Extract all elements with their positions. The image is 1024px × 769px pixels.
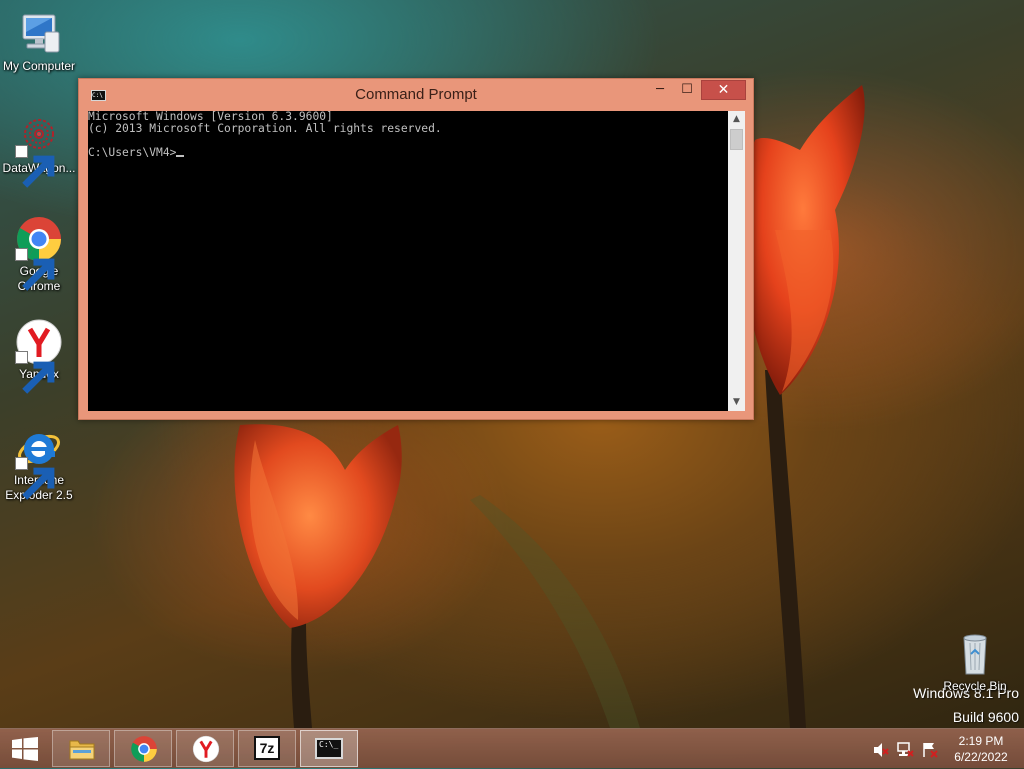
- desktop-icon-label: Recycle Bin: [943, 679, 1007, 693]
- desktop-icon-google-chrome[interactable]: Google Chrome: [0, 215, 79, 294]
- network-icon[interactable]: [897, 741, 915, 759]
- desktop-icon-yandex[interactable]: Yandex: [0, 318, 79, 394]
- cmd-icon: C:\_: [315, 738, 343, 759]
- system-clock[interactable]: 2:19 PM 6/22/2022: [945, 733, 1017, 765]
- desktop-icon-datawagon[interactable]: DataWagon...: [0, 112, 79, 188]
- volume-muted-icon[interactable]: [872, 741, 890, 759]
- window-titlebar[interactable]: C:\ Command Prompt ─ ☐ ✕: [79, 79, 753, 109]
- chrome-icon: [131, 736, 157, 762]
- yandex-icon: [192, 735, 220, 763]
- shortcut-arrow-icon: [15, 351, 55, 394]
- chrome-icon: [15, 215, 63, 291]
- command-prompt-window[interactable]: C:\ Command Prompt ─ ☐ ✕ Microsoft Windo…: [78, 78, 754, 420]
- close-button[interactable]: ✕: [701, 80, 746, 100]
- 7zip-label: 7z: [259, 740, 275, 756]
- clock-time: 2:19 PM: [958, 734, 1004, 748]
- taskbar: 7z C:\_ 2:19 PM 6/22/2022: [0, 728, 1024, 768]
- action-center-icon[interactable]: [921, 741, 939, 759]
- maximize-button[interactable]: ☐: [674, 80, 700, 100]
- console-prompt: C:\Users\VM4>: [88, 146, 177, 159]
- datawagon-icon: [15, 112, 63, 188]
- text-cursor: [176, 155, 185, 157]
- desktop-icon-label: My Computer: [2, 59, 76, 73]
- my-computer-icon: [15, 10, 63, 58]
- scroll-down-arrow-icon[interactable]: ▼: [728, 394, 745, 411]
- recycle-bin-icon: [951, 630, 999, 678]
- folder-icon: [69, 740, 95, 760]
- taskbar-file-explorer[interactable]: [52, 730, 110, 767]
- start-button[interactable]: [0, 729, 50, 769]
- yandex-icon: [15, 318, 63, 394]
- shortcut-arrow-icon: [15, 248, 55, 291]
- watermark-build: Build 9600: [952, 709, 1019, 725]
- taskbar-chrome[interactable]: [114, 730, 172, 767]
- taskbar-7zip[interactable]: 7z: [238, 730, 296, 767]
- shortcut-arrow-icon: [15, 457, 55, 500]
- console-line: (c) 2013 Microsoft Corporation. All righ…: [88, 122, 442, 135]
- internet-explorer-icon: [15, 424, 63, 500]
- taskbar-command-prompt[interactable]: C:\_: [300, 730, 358, 767]
- taskbar-yandex[interactable]: [176, 730, 234, 767]
- clock-date: 6/22/2022: [954, 750, 1008, 764]
- windows-logo-icon: [12, 737, 38, 761]
- 7zip-icon: 7z: [254, 736, 280, 760]
- console-output[interactable]: Microsoft Windows [Version 6.3.9600] (c)…: [88, 111, 728, 411]
- scroll-up-arrow-icon[interactable]: ▲: [728, 111, 745, 128]
- console-prompt-line[interactable]: C:\Users\VM4>: [88, 146, 185, 159]
- vertical-scrollbar[interactable]: ▲ ▼: [728, 111, 745, 411]
- desktop-icon-interzone-exploder[interactable]: Interzone Exploder 2.5: [0, 424, 79, 503]
- shortcut-arrow-icon: [15, 145, 55, 188]
- desktop-icon-my-computer[interactable]: My Computer: [0, 10, 79, 74]
- desktop-icon-recycle-bin[interactable]: Recycle Bin: [935, 630, 1015, 694]
- scroll-thumb[interactable]: [730, 129, 743, 150]
- minimize-button[interactable]: ─: [647, 80, 673, 100]
